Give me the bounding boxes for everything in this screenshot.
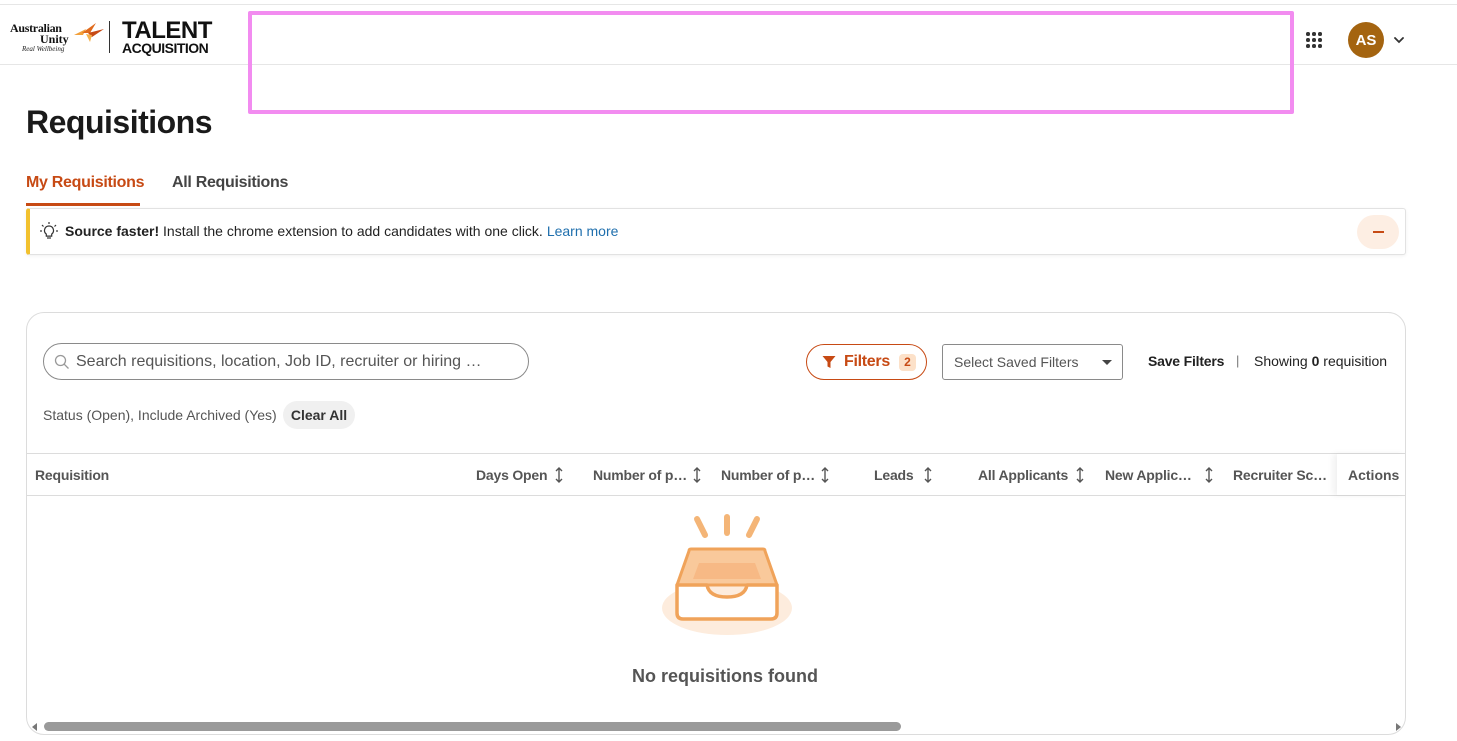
product-line-2: ACQUISITION xyxy=(122,40,209,56)
brand-tagline: Real Wellbeing xyxy=(22,45,65,53)
banner-body-text: Install the chrome extension to add cand… xyxy=(159,223,543,239)
toolbar-separator: | xyxy=(1236,353,1240,368)
actions-column-header: Actions xyxy=(1337,454,1405,495)
column-header-leads[interactable]: Leads xyxy=(874,467,914,483)
column-header-requisition[interactable]: Requisition xyxy=(35,467,109,483)
table-header: Requisition Days Open Number of p… Numbe… xyxy=(27,453,1405,496)
search-icon xyxy=(54,354,69,369)
search-box[interactable] xyxy=(43,343,529,380)
clear-all-filters-button[interactable]: Clear All xyxy=(283,401,355,429)
minus-icon xyxy=(1372,231,1384,233)
showing-prefix: Showing xyxy=(1254,353,1312,369)
user-avatar[interactable]: AS xyxy=(1348,22,1384,58)
logo-divider xyxy=(109,21,110,53)
column-header-all-applicants[interactable]: All Applicants xyxy=(978,467,1068,483)
lightbulb-icon xyxy=(40,222,58,239)
filters-count-badge: 2 xyxy=(898,353,916,371)
banner-bold-text: Source faster! xyxy=(65,223,160,239)
column-header-number-of-p-2[interactable]: Number of p… xyxy=(721,467,815,483)
sort-icon[interactable] xyxy=(1204,466,1214,484)
column-header-number-of-positions[interactable]: Number of p… xyxy=(593,467,687,483)
collapse-banner-button[interactable] xyxy=(1357,215,1399,249)
sort-icon[interactable] xyxy=(692,466,702,484)
filters-button[interactable]: Filters 2 xyxy=(806,344,927,380)
filter-funnel-icon xyxy=(822,356,836,368)
column-header-days-open[interactable]: Days Open xyxy=(476,467,548,483)
save-filters-button[interactable]: Save Filters xyxy=(1148,353,1224,369)
requisitions-card: Filters 2 Select Saved Filters Save Filt… xyxy=(26,312,1406,735)
filters-label: Filters xyxy=(844,353,890,370)
scrollbar-thumb[interactable] xyxy=(44,722,901,731)
saved-filters-placeholder: Select Saved Filters xyxy=(954,354,1079,370)
highlight-annotation-box xyxy=(248,11,1294,114)
result-count: Showing 0 requisition xyxy=(1254,353,1387,369)
sort-icon[interactable] xyxy=(554,466,564,484)
horizontal-scrollbar[interactable] xyxy=(27,719,1405,734)
sort-icon[interactable] xyxy=(820,466,830,484)
saved-filters-select[interactable]: Select Saved Filters xyxy=(942,344,1123,380)
showing-suffix: requisition xyxy=(1319,353,1388,369)
talent-acquisition-logo[interactable]: TALENT ACQUISITION xyxy=(122,19,212,56)
chrome-extension-banner: Source faster! Install the chrome extens… xyxy=(26,208,1406,255)
bird-logo-icon xyxy=(74,23,104,42)
column-header-recruiter-screen[interactable]: Recruiter Sc… xyxy=(1233,467,1327,483)
sort-icon[interactable] xyxy=(1075,466,1085,484)
empty-inbox-icon xyxy=(662,514,792,635)
scroll-right-arrow-icon[interactable] xyxy=(1396,723,1401,731)
tab-my-requisitions[interactable]: My Requisitions xyxy=(26,174,144,192)
banner-message: Source faster! Install the chrome extens… xyxy=(65,223,618,239)
column-header-actions: Actions xyxy=(1348,467,1400,483)
active-tab-indicator xyxy=(26,203,140,206)
column-header-new-applicants[interactable]: New Applic… xyxy=(1105,467,1192,483)
chevron-down-icon[interactable] xyxy=(1392,33,1406,47)
page-title: Requisitions xyxy=(26,104,213,140)
tab-all-requisitions[interactable]: All Requisitions xyxy=(172,174,288,192)
search-input[interactable] xyxy=(76,350,516,374)
australian-unity-logo[interactable]: Australian Unity Real Wellbeing xyxy=(10,19,104,53)
scroll-left-arrow-icon[interactable] xyxy=(32,723,37,731)
learn-more-link[interactable]: Learn more xyxy=(547,223,619,239)
app-grid-icon[interactable] xyxy=(1306,32,1322,48)
empty-state-message: No requisitions found xyxy=(632,666,818,686)
dropdown-caret-icon xyxy=(1102,360,1112,365)
active-filters-summary: Status (Open), Include Archived (Yes) xyxy=(43,407,277,423)
sort-icon[interactable] xyxy=(923,466,933,484)
